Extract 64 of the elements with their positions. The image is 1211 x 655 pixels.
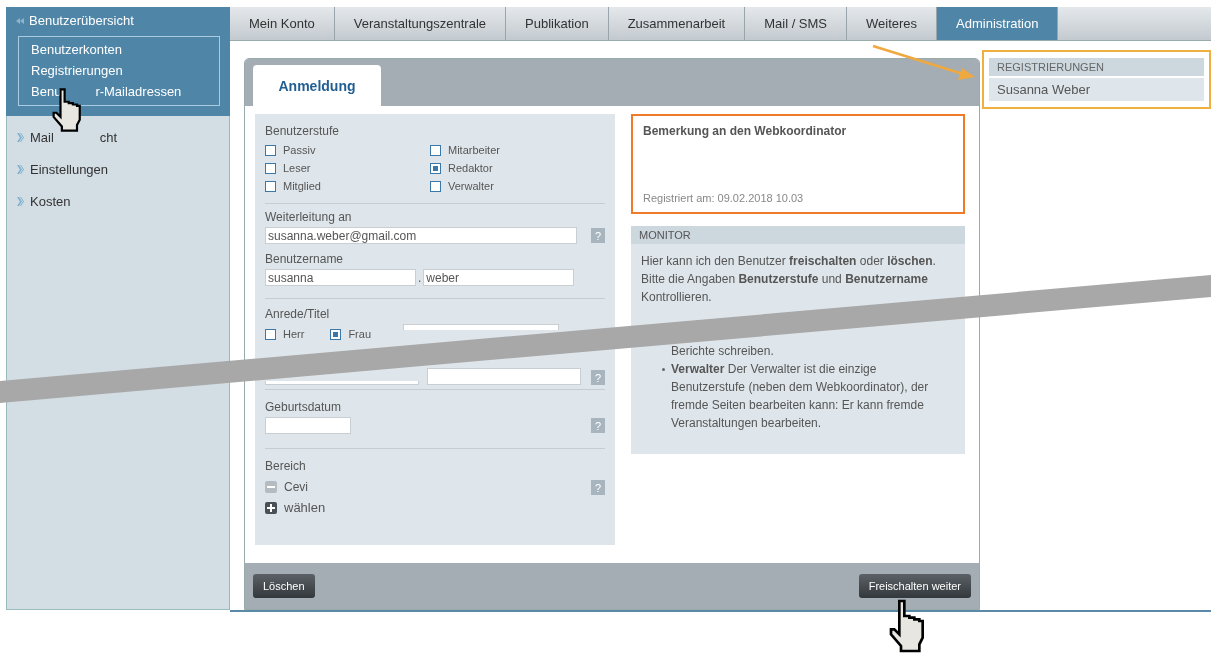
panel-tab[interactable]: Anmeldung	[253, 65, 381, 106]
area-label: Cevi	[284, 480, 308, 494]
sidebar-item[interactable]: cht	[99, 130, 118, 145]
nav-tab[interactable]: Administration	[937, 7, 1059, 40]
chevron-icon	[17, 133, 24, 142]
sidebar-heading[interactable]: Benutzerübersicht	[29, 13, 134, 28]
chevron-icon	[17, 165, 24, 174]
field-label: Weiterleitung an	[265, 210, 353, 224]
delete-button[interactable]: Löschen	[253, 574, 315, 598]
checkbox-label: Frau	[348, 328, 371, 340]
email-field[interactable]: susanna.weber@gmail.com	[265, 227, 577, 244]
nav-tab[interactable]: Veranstaltungszentrale	[334, 7, 507, 40]
checkbox-label: Mitarbeiter	[448, 144, 500, 156]
field-label: Geburtsdatum	[265, 400, 343, 414]
wing-icon	[16, 16, 24, 25]
field-label: Benutzerstufe	[265, 124, 341, 138]
nav-tab[interactable]: Zusammenarbeit	[608, 7, 746, 40]
checkbox[interactable]	[265, 328, 276, 340]
checkbox[interactable]	[265, 180, 276, 192]
list-text: Berichte schreiben.	[671, 343, 774, 360]
nav-tab[interactable]: Mein Konto	[230, 7, 335, 40]
checkbox[interactable]	[265, 144, 276, 156]
checkbox-label: Herr	[283, 328, 305, 340]
last-name-field[interactable]: weber	[423, 269, 575, 286]
sidebar-item[interactable]: Einstellungen	[30, 162, 109, 177]
submenu-item[interactable]: r-Mailadressen	[95, 84, 182, 99]
checkbox[interactable]	[430, 162, 441, 174]
registration-item[interactable]: Susanna Weber	[989, 78, 1204, 101]
bullet	[662, 368, 665, 371]
plus-icon[interactable]	[265, 501, 277, 514]
chevron-icon	[17, 197, 24, 206]
checkbox-label: Mitglied	[283, 180, 321, 192]
date-field[interactable]	[265, 417, 351, 434]
checkbox[interactable]	[330, 328, 342, 340]
title-field[interactable]	[403, 324, 559, 330]
list-text: Verwalter Der Verwalter ist die einzige Benutzerstufe (neben dem Webkoordinator), der fremde Seiten bearbeiten kann: Er kann fremde Veranstaltungen bearbeiten.	[671, 361, 930, 432]
remark-title: Bemerkung an den Webkoordinator	[643, 124, 848, 138]
separator-dot: .	[418, 270, 422, 285]
registrations-heading: REGISTRIERUNGEN	[989, 58, 1204, 76]
hand-cursor-icon	[889, 599, 924, 653]
first-name-field[interactable]: susanna	[265, 269, 416, 286]
nav-tab[interactable]: Publikation	[506, 7, 609, 40]
sidebar-item[interactable]: Kosten	[30, 194, 71, 209]
text-field[interactable]	[265, 381, 419, 385]
confirm-button[interactable]: Freischalten weiter	[858, 574, 971, 598]
checkbox-label: Redaktor	[448, 162, 493, 174]
checkbox[interactable]	[430, 180, 441, 192]
monitor-text: Hier kann ich den Benutzer freischalten oder löschen. Bitte die Angaben Benutzerstufe und Benutzername Kontrollieren.	[640, 253, 937, 306]
sidebar-item[interactable]: Mail	[30, 130, 54, 145]
text-field[interactable]	[427, 368, 581, 385]
field-label: Anrede/Titel	[265, 307, 331, 321]
nav-tab[interactable]: Mail / SMS	[745, 7, 848, 40]
checkbox-label: Verwalter	[448, 180, 494, 192]
submenu-item[interactable]: Benutzerkonten	[31, 42, 123, 57]
field-label: Benutzername	[265, 252, 345, 266]
checkbox-label: Passiv	[283, 144, 316, 156]
checkbox-label: Leser	[283, 162, 311, 174]
submenu-item[interactable]: Registrierungen	[31, 63, 123, 78]
checkbox[interactable]	[430, 144, 441, 156]
registration-date: Registriert am: 09.02.2018 10.03	[643, 192, 805, 204]
checkbox[interactable]	[265, 162, 276, 174]
field-label: Bereich	[265, 459, 307, 473]
area-label[interactable]: wählen	[284, 500, 326, 515]
monitor-heading: MONITOR	[631, 226, 965, 244]
